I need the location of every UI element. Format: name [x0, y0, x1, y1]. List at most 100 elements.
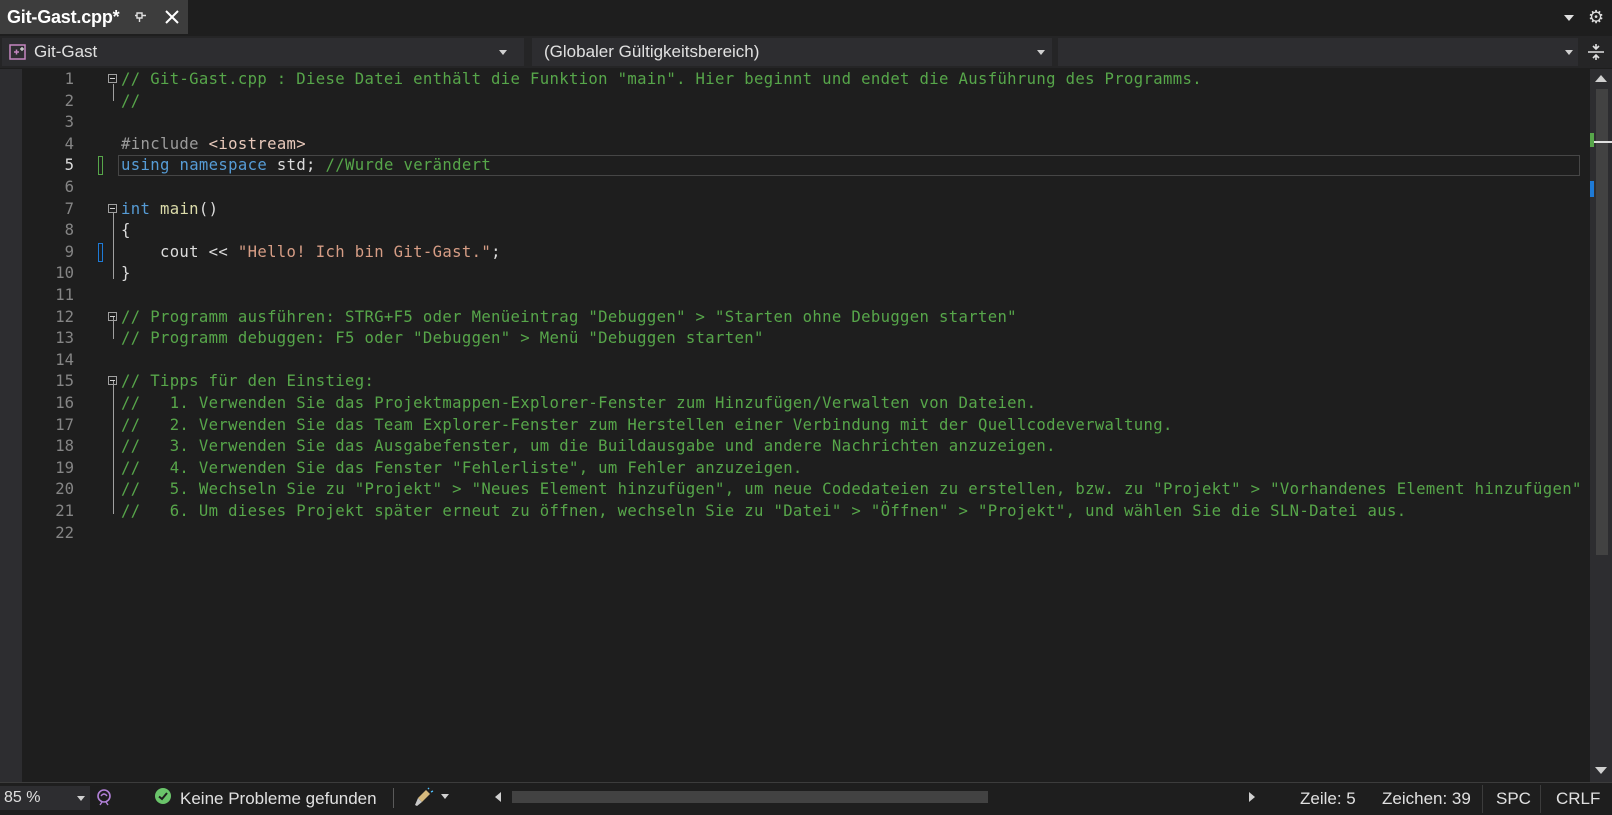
line-number: 18: [55, 437, 74, 456]
code-text[interactable]: // Programm debuggen: F5 oder "Debuggen"…: [121, 328, 764, 350]
code-line[interactable]: 12 // Programm ausführen: STRG+F5 oder Me…: [0, 307, 1590, 329]
code-text[interactable]: // 5. Wechseln Sie zu "Projekt" > "Neues…: [121, 479, 1582, 501]
scroll-down-icon[interactable]: [1594, 766, 1608, 776]
code-token: // 4. Verwenden Sie das Fenster "Fehlerl…: [121, 458, 803, 477]
code-token: //: [121, 91, 141, 110]
close-icon[interactable]: [162, 7, 182, 27]
code-line[interactable]: 4 #include <iostream>: [0, 134, 1590, 156]
code-text[interactable]: //: [121, 91, 140, 113]
split-window-icon[interactable]: [1586, 42, 1606, 62]
zoom-level: 85 %: [4, 789, 41, 806]
code-token: // 5. Wechseln Sie zu "Projekt" > "Neues…: [121, 480, 1582, 499]
line-ending-mode[interactable]: CRLF: [1556, 789, 1600, 809]
code-text[interactable]: // 1. Verwenden Sie das Projektmappen-Ex…: [121, 393, 1036, 415]
code-line[interactable]: 9 cout << "Hello! Ich bin Git-Gast.";: [0, 242, 1590, 264]
code-line[interactable]: 8{: [0, 220, 1590, 242]
line-indicator[interactable]: Zeile: 5: [1300, 789, 1356, 809]
line-number: 8: [64, 221, 74, 240]
horizontal-scroll-thumb[interactable]: [512, 791, 988, 803]
code-line[interactable]: 17 // 2. Verwenden Sie das Team Explorer-…: [0, 415, 1590, 437]
scope-dropdown[interactable]: (Globaler Gültigkeitsbereich): [532, 38, 1052, 66]
code-editor[interactable]: 1 // Git-Gast.cpp : Diese Datei enthält d…: [0, 69, 1590, 782]
divider: [1540, 785, 1541, 813]
code-text[interactable]: // 2. Verwenden Sie das Team Explorer-Fe…: [121, 415, 1173, 437]
intellicode-icon[interactable]: [94, 787, 114, 807]
code-token: using: [121, 156, 170, 175]
code-text[interactable]: // 4. Verwenden Sie das Fenster "Fehlerl…: [121, 458, 803, 480]
code-line[interactable]: 22: [0, 523, 1590, 545]
line-number: 17: [55, 415, 74, 434]
code-token: <iostream>: [208, 134, 307, 153]
code-text[interactable]: int main(): [121, 199, 218, 221]
code-line[interactable]: 18 // 3. Verwenden Sie das Ausgabefenster…: [0, 436, 1590, 458]
code-line[interactable]: 15 // Tipps für den Einstieg:: [0, 371, 1590, 393]
problems-status[interactable]: Keine Probleme gefunden: [180, 789, 377, 809]
code-token: // 6. Um dieses Projekt später erneut zu…: [121, 502, 1407, 520]
code-token: namespace: [179, 156, 268, 175]
code-line[interactable]: 5 using namespace std; //Wurde verändert: [0, 155, 1590, 177]
code-line[interactable]: 10}: [0, 263, 1590, 285]
chevron-down-icon: [1565, 50, 1573, 55]
chevron-down-icon: [77, 796, 85, 801]
code-token: // 3. Verwenden Sie das Ausgabefenster, …: [121, 437, 1056, 456]
code-cleanup-brush-icon[interactable]: [412, 787, 434, 809]
code-text[interactable]: }: [121, 263, 131, 285]
code-text[interactable]: using namespace std; //Wurde verändert: [121, 155, 491, 177]
scroll-left-icon[interactable]: [494, 791, 502, 803]
collapse-region-icon[interactable]: [108, 74, 117, 83]
whitespace-mode[interactable]: SPC: [1496, 789, 1531, 809]
zoom-dropdown[interactable]: 85 %: [0, 786, 90, 810]
caret-position-marker: [1594, 141, 1612, 143]
scroll-thumb[interactable]: [1596, 89, 1608, 555]
collapse-region-icon[interactable]: [108, 311, 117, 321]
code-token: cout <<: [121, 242, 238, 261]
code-text[interactable]: // Tipps für den Einstieg:: [121, 371, 374, 393]
line-number: 3: [64, 113, 74, 132]
scroll-up-icon[interactable]: [1594, 73, 1608, 83]
code-token: (): [198, 199, 219, 218]
code-line[interactable]: 7 int main(): [0, 199, 1590, 221]
code-text[interactable]: // 3. Verwenden Sie das Ausgabefenster, …: [121, 436, 1056, 458]
project-label: Git-Gast: [34, 42, 98, 61]
code-line[interactable]: 2 //: [0, 91, 1590, 113]
code-token: {: [121, 221, 131, 240]
scroll-right-icon[interactable]: [1248, 791, 1256, 803]
code-text[interactable]: // Git-Gast.cpp : Diese Datei enthält di…: [121, 69, 1202, 91]
line-number: 14: [55, 350, 74, 369]
change-marker-saved: [1590, 133, 1594, 147]
code-line[interactable]: 14: [0, 350, 1590, 372]
pin-icon[interactable]: [133, 9, 149, 25]
collapse-region-icon[interactable]: [108, 203, 117, 213]
code-line[interactable]: 19 // 4. Verwenden Sie das Fenster "Fehle…: [0, 458, 1590, 480]
code-text[interactable]: // 6. Um dieses Projekt später erneut zu…: [121, 501, 1406, 523]
code-token: }: [121, 264, 131, 283]
column-indicator[interactable]: Zeichen: 39: [1382, 789, 1471, 809]
code-line[interactable]: 16 // 1. Verwenden Sie das Projektmappen-…: [0, 393, 1590, 415]
scope-label: (Globaler Gültigkeitsbereich): [544, 42, 760, 61]
code-line[interactable]: 13 // Programm debuggen: F5 oder "Debugge…: [0, 328, 1590, 350]
code-line[interactable]: 3: [0, 112, 1590, 134]
code-text[interactable]: // Programm ausführen: STRG+F5 oder Menü…: [121, 307, 1017, 329]
line-number: 9: [64, 242, 74, 261]
document-tab-strip: Git-Gast.cpp* ⚙: [0, 0, 1612, 34]
code-text[interactable]: cout << "Hello! Ich bin Git-Gast.";: [121, 242, 501, 264]
document-tab-git-gast[interactable]: Git-Gast.cpp*: [0, 0, 188, 34]
chevron-down-icon: [499, 50, 507, 55]
code-line[interactable]: 1 // Git-Gast.cpp : Diese Datei enthält d…: [0, 69, 1590, 91]
vertical-scrollbar[interactable]: [1590, 69, 1612, 782]
collapse-region-icon[interactable]: [108, 376, 117, 386]
member-dropdown[interactable]: [1058, 38, 1578, 66]
code-line[interactable]: 20 // 5. Wechseln Sie zu "Projekt" > "Neu…: [0, 479, 1590, 501]
code-text[interactable]: {: [121, 220, 131, 242]
code-line[interactable]: 11: [0, 285, 1590, 307]
project-dropdown[interactable]: Git-Gast: [2, 38, 524, 66]
code-text[interactable]: #include <iostream>: [121, 134, 306, 156]
code-line[interactable]: 21 // 6. Um dieses Projekt später erneut …: [0, 501, 1590, 523]
tab-title: Git-Gast.cpp*: [7, 6, 120, 27]
chevron-down-icon[interactable]: [440, 793, 450, 800]
code-line[interactable]: 6: [0, 177, 1590, 199]
chevron-down-icon[interactable]: [1562, 11, 1576, 25]
code-token: // 2. Verwenden Sie das Team Explorer-Fe…: [121, 415, 1173, 434]
gear-icon[interactable]: ⚙: [1588, 8, 1606, 26]
code-token: // Tipps für den Einstieg:: [121, 372, 375, 391]
